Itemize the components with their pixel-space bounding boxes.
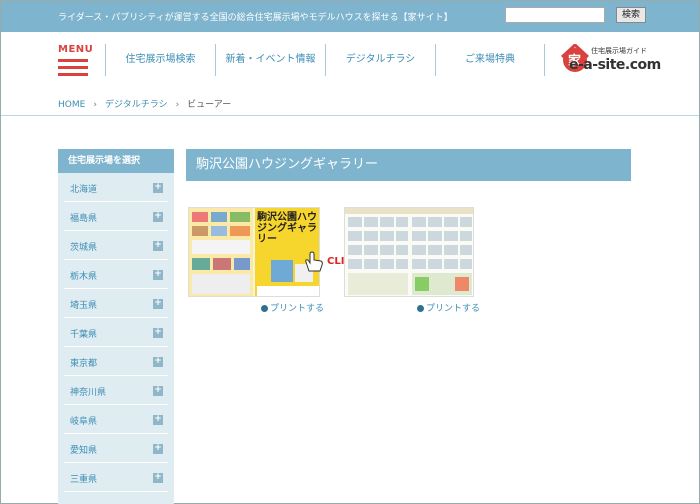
sidebar-title: 住宅展示場を選択 bbox=[58, 149, 174, 173]
flyer-thumbnail-front[interactable]: 駒沢公園ハウジングギャラリー bbox=[188, 207, 320, 297]
sidebar-item-aichi[interactable]: 愛知県 + bbox=[64, 434, 168, 463]
flyer-thumbnail-back[interactable] bbox=[344, 207, 474, 297]
menu-button[interactable]: MENU bbox=[58, 44, 94, 78]
sidebar-item-label: 神奈川県 bbox=[70, 388, 107, 398]
sidebar-item-label: 愛知県 bbox=[70, 446, 98, 456]
hamburger-icon bbox=[58, 59, 88, 62]
breadcrumb-home[interactable]: HOME bbox=[58, 100, 85, 110]
nav-item-visit-benefits[interactable]: ご来場特典 bbox=[435, 44, 545, 76]
site-tagline: ライダース・パブリシティが運営する全国の総合住宅展示場やモデルハウスを探せる【家… bbox=[58, 13, 453, 23]
print-link-front[interactable]: プリントする bbox=[261, 301, 324, 314]
print-link-label: プリントする bbox=[426, 304, 481, 314]
plus-icon[interactable]: + bbox=[153, 212, 163, 222]
sidebar-item-gifu[interactable]: 岐阜県 + bbox=[64, 405, 168, 434]
print-bullet-icon bbox=[417, 305, 424, 312]
sidebar-item-fukushima[interactable]: 福島県 + bbox=[64, 202, 168, 231]
sidebar-item-label: 三重県 bbox=[70, 475, 98, 485]
print-link-back[interactable]: プリントする bbox=[417, 301, 480, 314]
nav-item-news-events[interactable]: 新着・イベント情報 bbox=[215, 44, 325, 76]
plus-icon[interactable]: + bbox=[153, 386, 163, 396]
sidebar-item-tokyo[interactable]: 東京都 + bbox=[64, 347, 168, 376]
prefecture-list: 北海道 + 福島県 + 茨城県 + 栃木県 + 埼玉県 + 千葉県 + 東京都 + 神奈川県 +… bbox=[58, 173, 174, 492]
hamburger-icon-line bbox=[58, 66, 88, 69]
breadcrumb-digital-flyers[interactable]: デジタルチラシ bbox=[105, 100, 168, 110]
print-bullet-icon bbox=[261, 305, 268, 312]
sidebar-item-chiba[interactable]: 千葉県 + bbox=[64, 318, 168, 347]
sidebar-item-label: 岐阜県 bbox=[70, 417, 98, 427]
sidebar-item-label: 栃木県 bbox=[70, 272, 98, 282]
sidebar-item-mie[interactable]: 三重県 + bbox=[64, 463, 168, 492]
print-link-label: プリントする bbox=[270, 304, 325, 314]
sidebar-item-label: 福島県 bbox=[70, 214, 98, 224]
plus-icon[interactable]: + bbox=[153, 415, 163, 425]
sidebar: 住宅展示場を選択 北海道 + 福島県 + 茨城県 + 栃木県 + 埼玉県 + 千葉県 + 東… bbox=[58, 149, 174, 504]
divider bbox=[1, 115, 699, 116]
plus-icon[interactable]: + bbox=[153, 444, 163, 454]
chevron-right-icon: › bbox=[93, 100, 97, 110]
sidebar-item-ibaraki[interactable]: 茨城県 + bbox=[64, 231, 168, 260]
plus-icon[interactable]: + bbox=[153, 473, 163, 483]
sidebar-item-label: 埼玉県 bbox=[70, 301, 98, 311]
plus-icon[interactable]: + bbox=[153, 183, 163, 193]
search-input[interactable] bbox=[505, 7, 605, 23]
sidebar-item-hokkaido[interactable]: 北海道 + bbox=[64, 173, 168, 202]
nav-item-model-house-search[interactable]: 住宅展示場検索 bbox=[105, 44, 215, 76]
hamburger-icon-line bbox=[58, 73, 88, 76]
flyer-title: 駒沢公園ハウジングギャラリー bbox=[257, 212, 317, 245]
pointer-hand-icon bbox=[305, 251, 323, 272]
search-button[interactable]: 検索 bbox=[616, 7, 646, 23]
breadcrumb: HOME › デジタルチラシ › ビューアー bbox=[58, 97, 231, 110]
plus-icon[interactable]: + bbox=[153, 328, 163, 338]
logo-text: e-a-site.com bbox=[569, 57, 661, 73]
menu-label: MENU bbox=[58, 44, 94, 55]
plus-icon[interactable]: + bbox=[153, 357, 163, 367]
breadcrumb-current: ビューアー bbox=[187, 100, 232, 110]
chevron-right-icon: › bbox=[175, 100, 180, 110]
site-logo[interactable]: 家 住宅展示場ガイド e-a-site.com bbox=[561, 44, 661, 78]
sidebar-item-saitama[interactable]: 埼玉県 + bbox=[64, 289, 168, 318]
site-header: MENU 住宅展示場検索 新着・イベント情報 デジタルチラシ ご来場特典 家 住… bbox=[1, 32, 699, 90]
sidebar-item-label: 北海道 bbox=[70, 185, 98, 195]
top-bar: ライダース・パブリシティが運営する全国の総合住宅展示場やモデルハウスを探せる【家… bbox=[1, 1, 699, 32]
page-title: 駒沢公園ハウジングギャラリー bbox=[186, 149, 631, 181]
plus-icon[interactable]: + bbox=[153, 241, 163, 251]
sidebar-item-label: 茨城県 bbox=[70, 243, 98, 253]
sidebar-item-tochigi[interactable]: 栃木県 + bbox=[64, 260, 168, 289]
sidebar-item-label: 東京都 bbox=[70, 359, 98, 369]
nav-item-digital-flyers[interactable]: デジタルチラシ bbox=[325, 44, 435, 76]
flyer-back-image bbox=[345, 208, 473, 295]
sidebar-item-kanagawa[interactable]: 神奈川県 + bbox=[64, 376, 168, 405]
plus-icon[interactable]: + bbox=[153, 270, 163, 280]
plus-icon[interactable]: + bbox=[153, 299, 163, 309]
sidebar-item-label: 千葉県 bbox=[70, 330, 98, 340]
logo-subtitle: 住宅展示場ガイド bbox=[591, 47, 647, 55]
